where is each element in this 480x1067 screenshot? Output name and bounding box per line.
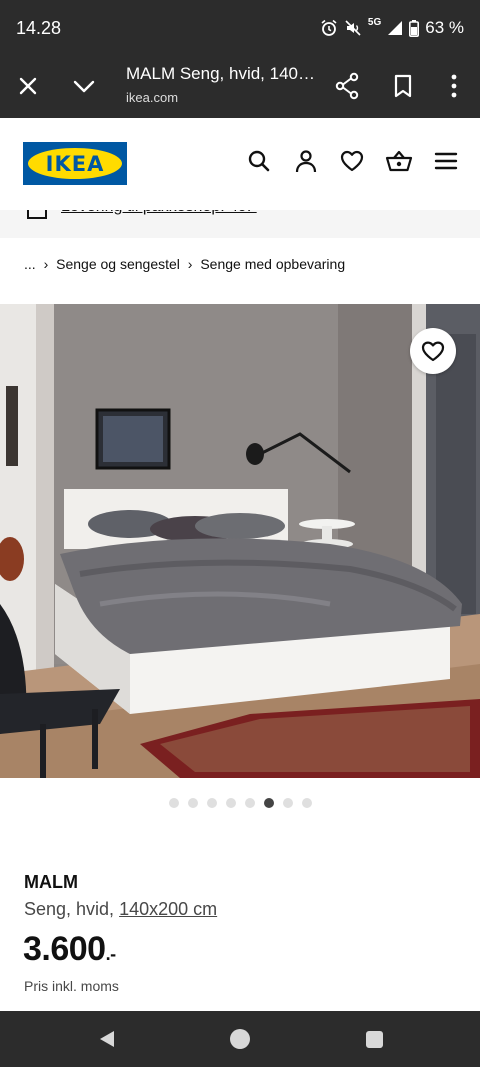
more-vert-icon[interactable] [444, 72, 464, 100]
carousel-dot[interactable] [282, 798, 293, 808]
logo-text: IKEA [45, 152, 105, 176]
breadcrumb-ellipsis[interactable]: ... [24, 256, 36, 272]
product-description: Seng, hvid, 140x200 cm [24, 899, 217, 920]
bookmark-icon[interactable] [390, 72, 416, 100]
network-label: 5G [367, 16, 382, 28]
chevron-down-icon[interactable] [70, 72, 98, 100]
carousel-dot[interactable] [168, 798, 179, 808]
carousel-dot-active[interactable] [263, 798, 274, 808]
close-icon[interactable] [14, 72, 42, 100]
browser-url: ikea.com [126, 90, 179, 105]
site-header: IKEA [0, 118, 480, 210]
alarm-icon [320, 19, 338, 37]
browser-title-block[interactable]: MALM Seng, hvid, 140x200 cm - IKEA ikea.… [126, 64, 316, 105]
user-icon[interactable] [293, 148, 319, 174]
carousel-dot[interactable] [244, 798, 255, 808]
breadcrumb-item-senge-og-sengestel[interactable]: Senge og sengestel [56, 256, 180, 272]
back-icon[interactable] [97, 1029, 117, 1054]
browser-toolbar: MALM Seng, hvid, 140x200 cm - IKEA ikea.… [0, 56, 480, 118]
carousel-dot[interactable] [206, 798, 217, 808]
price-suffix: .- [105, 944, 117, 964]
carousel-dots [0, 798, 480, 808]
mute-icon [344, 19, 362, 37]
product-desc-text: Seng, hvid, [24, 899, 115, 919]
heart-icon[interactable] [339, 148, 365, 174]
breadcrumb-separator: › [187, 256, 193, 272]
battery-icon [409, 19, 420, 37]
product-size-link[interactable]: 140x200 cm [119, 899, 217, 919]
product-price: 3.600.- [23, 930, 116, 969]
share-icon[interactable] [334, 72, 360, 100]
price-value: 3.600 [23, 930, 106, 968]
signal-icon [387, 20, 403, 36]
breadcrumb: ... › Senge og sengestel › Senge med opb… [24, 256, 349, 272]
product-image[interactable] [0, 304, 480, 778]
status-bar: 14.28 5G 63 % [0, 0, 480, 56]
status-icons: 5G 63 % [320, 16, 464, 38]
breadcrumb-item-senge-med-opbevaring[interactable]: Senge med opbevaring [200, 256, 345, 272]
wishlist-heart-button[interactable] [410, 328, 456, 374]
home-icon[interactable] [230, 1029, 250, 1049]
recents-icon[interactable] [366, 1031, 383, 1048]
carousel-dot[interactable] [225, 798, 236, 808]
breadcrumb-separator: › [43, 256, 49, 272]
ikea-logo[interactable]: IKEA [23, 142, 127, 185]
basket-icon[interactable] [385, 148, 413, 174]
carousel-dot[interactable] [187, 798, 198, 808]
search-icon[interactable] [246, 148, 272, 174]
battery-percent: 63 % [425, 18, 464, 37]
browser-page-title: MALM Seng, hvid, 140x200 cm - IKEA [126, 64, 316, 83]
product-name: MALM [24, 872, 78, 892]
status-time: 14.28 [16, 18, 62, 38]
system-nav-bar [0, 1011, 480, 1067]
carousel-dot[interactable] [301, 798, 312, 808]
price-note: Pris inkl. moms [24, 978, 119, 994]
menu-icon[interactable] [433, 148, 459, 174]
